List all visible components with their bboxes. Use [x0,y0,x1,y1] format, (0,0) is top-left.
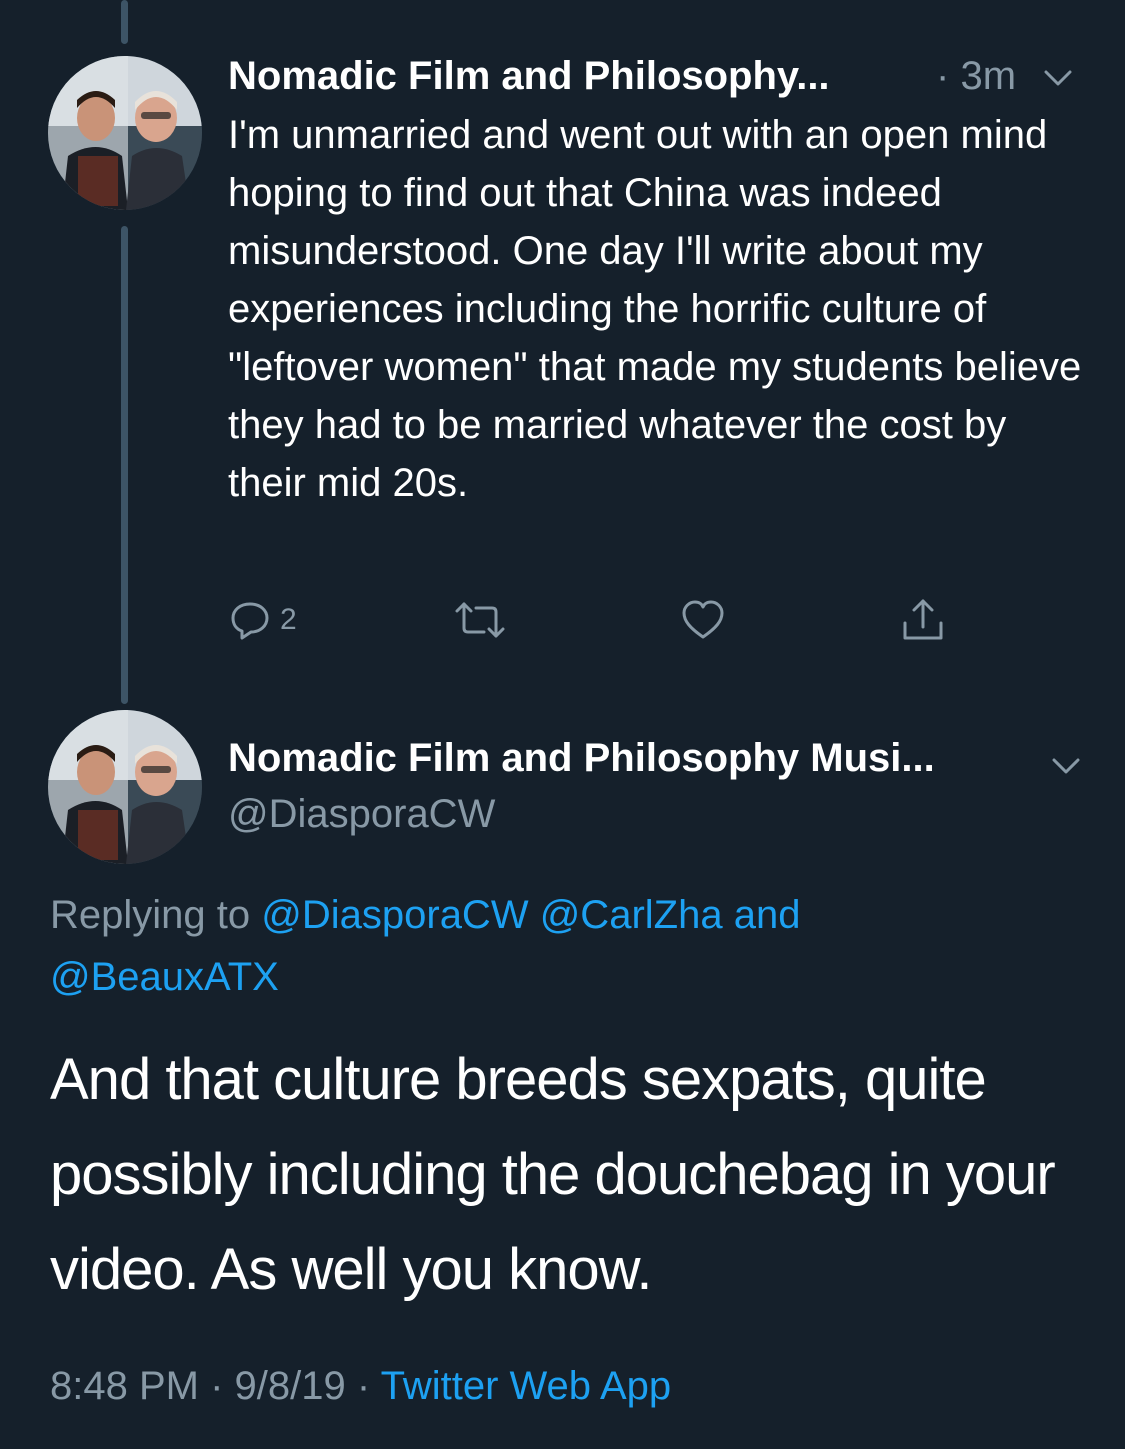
mention-link[interactable]: @CarlZha [540,893,723,937]
footer-separator: · [356,1364,371,1408]
avatar-photo [48,56,202,210]
tweet-source-link[interactable]: Twitter Web App [381,1364,672,1408]
tweet-text: And that culture breeds sexpats, quite p… [50,1047,1056,1302]
display-name[interactable]: Nomadic Film and Philosophy Musi... [228,736,935,781]
like-icon [682,600,724,639]
avatar[interactable] [48,56,202,210]
mention-link[interactable]: @DiasporaCW [261,893,528,937]
reply-icon [231,602,269,640]
display-name[interactable]: Nomadic Film and Philosophy... [228,54,830,99]
avatar[interactable] [48,710,202,864]
thread-line-top [121,0,128,44]
share-icon [903,599,943,640]
tweet-time[interactable]: · 3m [936,54,1016,99]
thread-line-middle [121,226,128,704]
tweet-actions: 2 [228,594,968,646]
chevron-down-icon[interactable] [1044,68,1072,88]
user-handle[interactable]: @DiasporaCW [228,792,495,837]
mention-link[interactable]: @BeauxATX [50,955,279,999]
reply-count: 2 [280,603,297,636]
retweet-icon [455,602,505,638]
avatar-photo [48,710,202,864]
tweet-footer: 8:48 PM · 9/8/19 · Twitter Web App [50,1364,671,1409]
tweet-date[interactable]: 9/8/19 [235,1364,346,1408]
share-button[interactable] [900,594,946,646]
mention-and-link[interactable]: and [734,893,801,937]
retweet-button[interactable] [454,594,506,646]
replying-to-label: Replying to [50,893,251,937]
like-button[interactable] [680,594,726,646]
replying-to: Replying to @DiasporaCW @CarlZha and @Be… [50,884,1090,1008]
relative-time: 3m [960,54,1017,98]
tweet-text: I'm unmarried and went out with an open … [228,113,1082,505]
time-separator: · [936,54,950,98]
chevron-down-icon[interactable] [1052,756,1080,776]
tweet-time[interactable]: 8:48 PM [50,1364,199,1408]
footer-separator: · [210,1364,224,1408]
reply-button[interactable]: 2 [228,594,297,646]
